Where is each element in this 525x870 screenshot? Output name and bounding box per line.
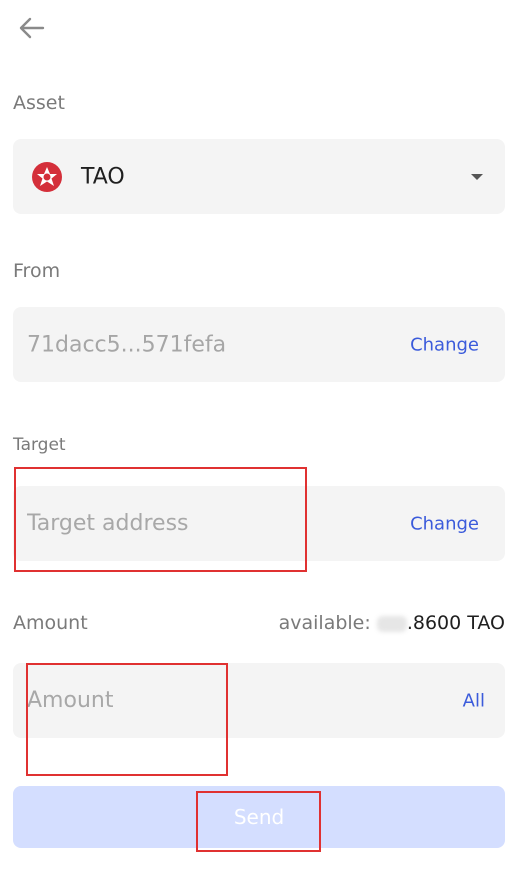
target-change-button[interactable]: Change [410, 513, 479, 534]
caret-down-icon [471, 173, 483, 180]
back-button[interactable] [14, 12, 48, 44]
target-label: Target [13, 435, 66, 455]
amount-input[interactable] [27, 663, 367, 738]
from-field: 71dacc5...571fefa Change [13, 307, 505, 382]
available-value: .8600 TAO [406, 612, 505, 634]
arrow-left-icon [19, 17, 45, 39]
send-button[interactable]: Send [13, 786, 505, 848]
from-address: 71dacc5...571fefa [27, 332, 227, 357]
redacted-blur [376, 615, 407, 632]
from-change-button[interactable]: Change [410, 334, 479, 355]
target-address-input[interactable] [27, 486, 367, 561]
from-label: From [13, 260, 61, 282]
asset-name: TAO [81, 164, 125, 189]
send-page: Asset TAO From 71dacc5...571fefa Change … [0, 0, 525, 870]
target-field: Change [13, 486, 505, 561]
amount-label: Amount [13, 612, 88, 634]
asset-select[interactable]: TAO [13, 139, 505, 214]
amount-field: All [13, 663, 505, 738]
available-balance: available: .8600 TAO [279, 612, 505, 634]
all-button[interactable]: All [463, 690, 485, 711]
tao-logo-icon [32, 161, 62, 192]
asset-label: Asset [13, 92, 65, 114]
available-prefix: available: [278, 612, 377, 634]
